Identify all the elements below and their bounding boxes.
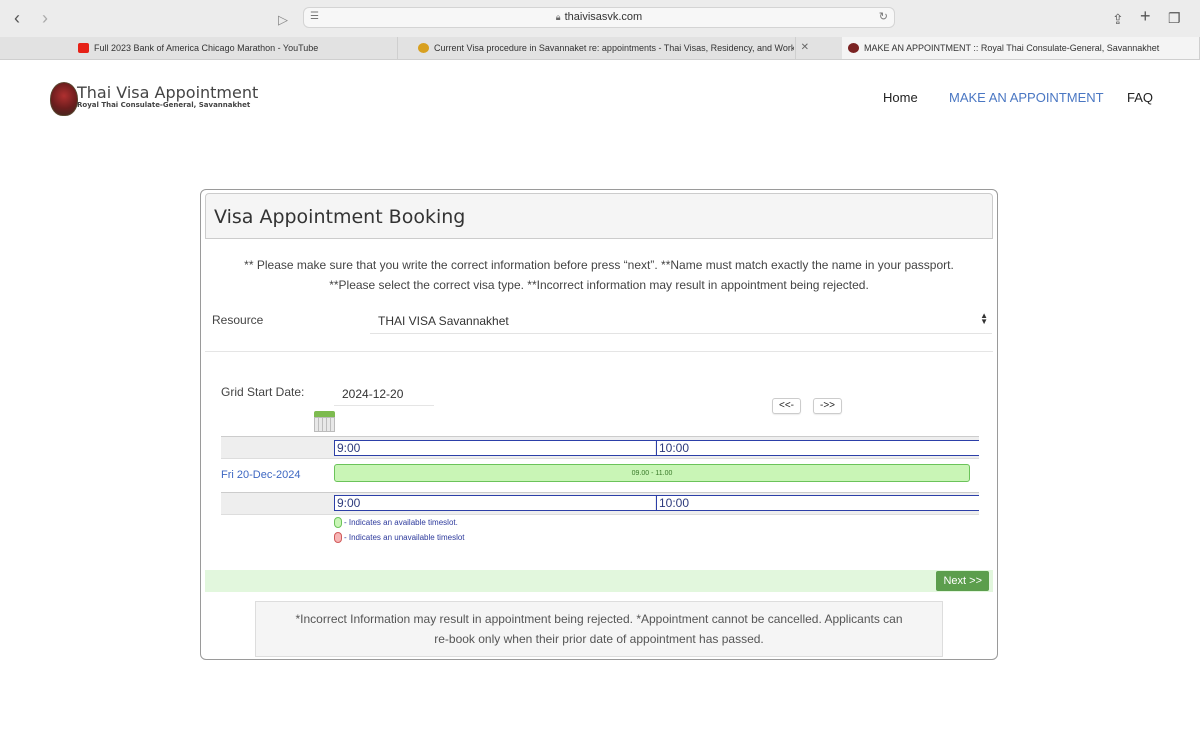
grid-start-date-label: Grid Start Date: <box>221 385 305 399</box>
tab-bar: Full 2023 Bank of America Chicago Marath… <box>0 37 1200 60</box>
browser-toolbar: ‹ › ▷ ☰ 🔒︎ thaivisasvk.com ↻ ⇪ + ❐ <box>0 0 1200 38</box>
notice-line-1: ** Please make sure that you write the c… <box>244 258 954 272</box>
back-arrow-icon[interactable]: ‹ <box>14 8 20 28</box>
select-arrows-icon: ▲ ▼ <box>980 311 988 326</box>
time-header-bottom: 9:00 10:00 <box>334 495 979 511</box>
tab-youtube[interactable]: Full 2023 Bank of America Chicago Marath… <box>72 37 398 59</box>
slot-header: 9:00 <box>335 496 655 510</box>
address-bar[interactable]: ☰ 🔒︎ thaivisasvk.com ↻ <box>303 7 895 28</box>
tab-forum[interactable]: Current Visa procedure in Savannaket re:… <box>412 37 809 59</box>
divider <box>205 351 993 352</box>
slot-header: 9:00 <box>335 441 655 455</box>
legend-available: - Indicates an available timeslot. <box>334 517 458 529</box>
youtube-icon <box>78 43 89 53</box>
consulate-icon <box>848 43 859 53</box>
reload-icon[interactable]: ↻ <box>879 10 888 23</box>
slot-header: 10:00 <box>656 496 979 510</box>
date-label[interactable]: Fri 20-Dec-2024 <box>221 469 300 481</box>
share-icon[interactable]: ⇪ <box>1112 9 1124 29</box>
close-icon[interactable]: ✕ <box>801 37 809 59</box>
tab-title: Full 2023 Bank of America Chicago Marath… <box>94 43 319 53</box>
prev-grid-button[interactable]: <<- <box>772 398 802 414</box>
logo-title[interactable]: Thai Visa Appointment <box>77 83 258 102</box>
page-title: Visa Appointment Booking <box>214 206 466 228</box>
resource-label: Resource <box>212 313 264 327</box>
next-bar: Next >> <box>205 570 993 592</box>
calendar-icon[interactable] <box>314 411 335 432</box>
nav-home[interactable]: Home <box>883 90 918 105</box>
resource-select[interactable]: THAI VISA Savannakhet ▲ ▼ <box>370 306 992 334</box>
footer-line-1: *Incorrect Information may result in app… <box>295 612 903 626</box>
url-text: thaivisasvk.com <box>564 11 643 23</box>
resource-value: THAI VISA Savannakhet <box>378 314 509 328</box>
forward-arrow-icon[interactable]: › <box>42 8 48 28</box>
tab-consulate[interactable]: MAKE AN APPOINTMENT :: Royal Thai Consul… <box>842 37 1200 59</box>
tab-title: Current Visa procedure in Savannaket re:… <box>434 43 794 53</box>
next-button[interactable]: Next >> <box>936 571 989 591</box>
lock-icon: 🔒︎ <box>555 12 561 22</box>
tab-title: MAKE AN APPOINTMENT :: Royal Thai Consul… <box>864 43 1160 53</box>
logo-subtitle: Royal Thai Consulate-General, Savannakhe… <box>77 101 251 109</box>
nav-make-appointment[interactable]: MAKE AN APPOINTMENT <box>949 90 1104 105</box>
play-icon[interactable]: ▷ <box>278 10 288 30</box>
footer-note: *Incorrect Information may result in app… <box>255 601 943 657</box>
legend-unavailable-text: - Indicates an unavailable timeslot <box>344 533 465 542</box>
slot-header: 10:00 <box>656 441 979 455</box>
time-header-top: 9:00 10:00 <box>334 440 979 456</box>
unavailable-swatch-icon <box>334 532 342 544</box>
legend-available-text: - Indicates an available timeslot. <box>344 518 458 527</box>
available-timeslot[interactable]: 09.00 - 11.00 <box>334 464 970 482</box>
tab-overview-icon[interactable]: ❐ <box>1168 8 1181 28</box>
forum-icon <box>418 43 429 53</box>
new-tab-icon[interactable]: + <box>1140 6 1151 26</box>
legend-unavailable: - Indicates an unavailable timeslot <box>334 532 465 544</box>
footer-line-2: re-book only when their prior date of ap… <box>434 632 764 646</box>
available-swatch-icon <box>334 517 342 529</box>
grid-start-date-input[interactable]: 2024-12-20 <box>334 382 434 406</box>
nav-faq[interactable]: FAQ <box>1127 90 1153 105</box>
booking-card: Visa Appointment Booking ** Please make … <box>200 189 998 660</box>
consulate-emblem-logo[interactable] <box>50 82 78 116</box>
card-header: Visa Appointment Booking <box>205 193 993 239</box>
next-grid-button[interactable]: ->> <box>813 398 843 414</box>
notice-line-2: **Please select the correct visa type. *… <box>329 278 869 292</box>
